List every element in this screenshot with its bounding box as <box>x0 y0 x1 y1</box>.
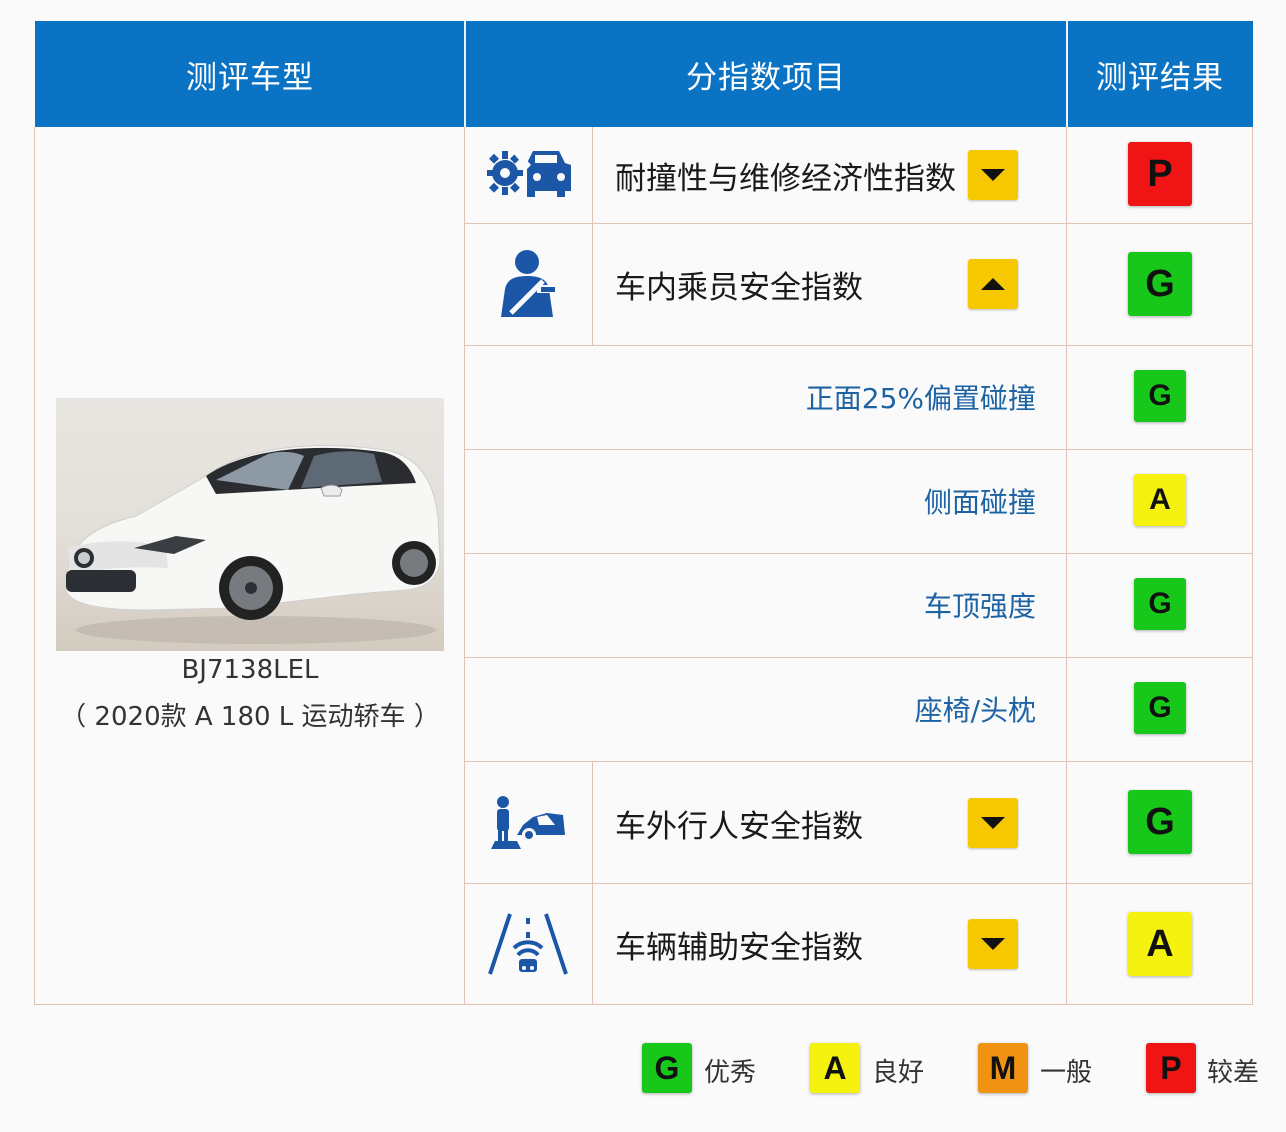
grade-badge: G <box>1134 370 1186 422</box>
row-label: 耐撞性与维修经济性指数 <box>615 160 956 197</box>
grade-badge: A <box>1128 912 1192 976</box>
row-label: 座椅/头枕 <box>914 694 1036 727</box>
table-border <box>464 657 1253 658</box>
grade-badge: G <box>1134 578 1186 630</box>
header-result-label: 测评结果 <box>1096 59 1224 96</box>
header-items-label: 分指数项目 <box>686 59 846 96</box>
pedestrian-car-icon <box>489 795 567 855</box>
car-photo <box>56 398 444 651</box>
table-border <box>464 345 1253 346</box>
row-label: 车外行人安全指数 <box>615 808 863 845</box>
header-result: 测评结果 <box>1067 21 1253 127</box>
header-divider <box>464 21 466 127</box>
table-border <box>464 223 1253 224</box>
legend-label: 良好 <box>872 1058 925 1088</box>
grade-badge: P <box>1128 142 1192 206</box>
row-label: 车顶强度 <box>923 590 1036 623</box>
table-border <box>34 1004 1253 1005</box>
arrow-down-icon <box>968 150 1018 200</box>
legend-badge: M <box>978 1043 1028 1093</box>
arrow-up-icon <box>968 259 1018 309</box>
vehicle-description: （ 2020款 A 180 L 运动轿车 ） <box>60 702 440 732</box>
table-border <box>464 553 1253 554</box>
row-label: 车内乘员安全指数 <box>615 269 863 306</box>
occupant-seatbelt-icon <box>497 249 561 321</box>
header-model: 测评车型 <box>35 21 465 127</box>
table-border <box>1066 127 1067 1005</box>
table-border <box>464 883 1253 884</box>
table-border <box>34 127 35 1005</box>
table-border <box>464 127 465 1005</box>
legend-badge: P <box>1146 1043 1196 1093</box>
grade-badge: G <box>1128 790 1192 854</box>
header-model-label: 测评车型 <box>186 59 314 96</box>
arrow-down-icon <box>968 919 1018 969</box>
header-items: 分指数项目 <box>465 21 1067 127</box>
legend-label: 较差 <box>1207 1058 1260 1088</box>
grade-badge: A <box>1134 474 1186 526</box>
header-divider <box>1066 21 1068 127</box>
table-border <box>1252 127 1253 1005</box>
legend-label: 优秀 <box>704 1058 757 1088</box>
legend-badge: G <box>642 1043 692 1093</box>
table-border <box>592 127 593 345</box>
row-label: 车辆辅助安全指数 <box>615 929 863 966</box>
table-border <box>464 761 1253 762</box>
crash-repair-icon <box>487 145 571 209</box>
table-border <box>464 449 1253 450</box>
grade-badge: G <box>1134 682 1186 734</box>
driver-assist-icon <box>488 910 568 980</box>
legend-label: 一般 <box>1040 1058 1093 1088</box>
legend-badge: A <box>810 1043 860 1093</box>
grade-badge: G <box>1128 252 1192 316</box>
row-label: 正面25%偏置碰撞 <box>805 382 1036 415</box>
arrow-down-icon <box>968 798 1018 848</box>
vehicle-code: BJ7138LEL <box>181 655 319 685</box>
row-label: 侧面碰撞 <box>923 486 1036 519</box>
